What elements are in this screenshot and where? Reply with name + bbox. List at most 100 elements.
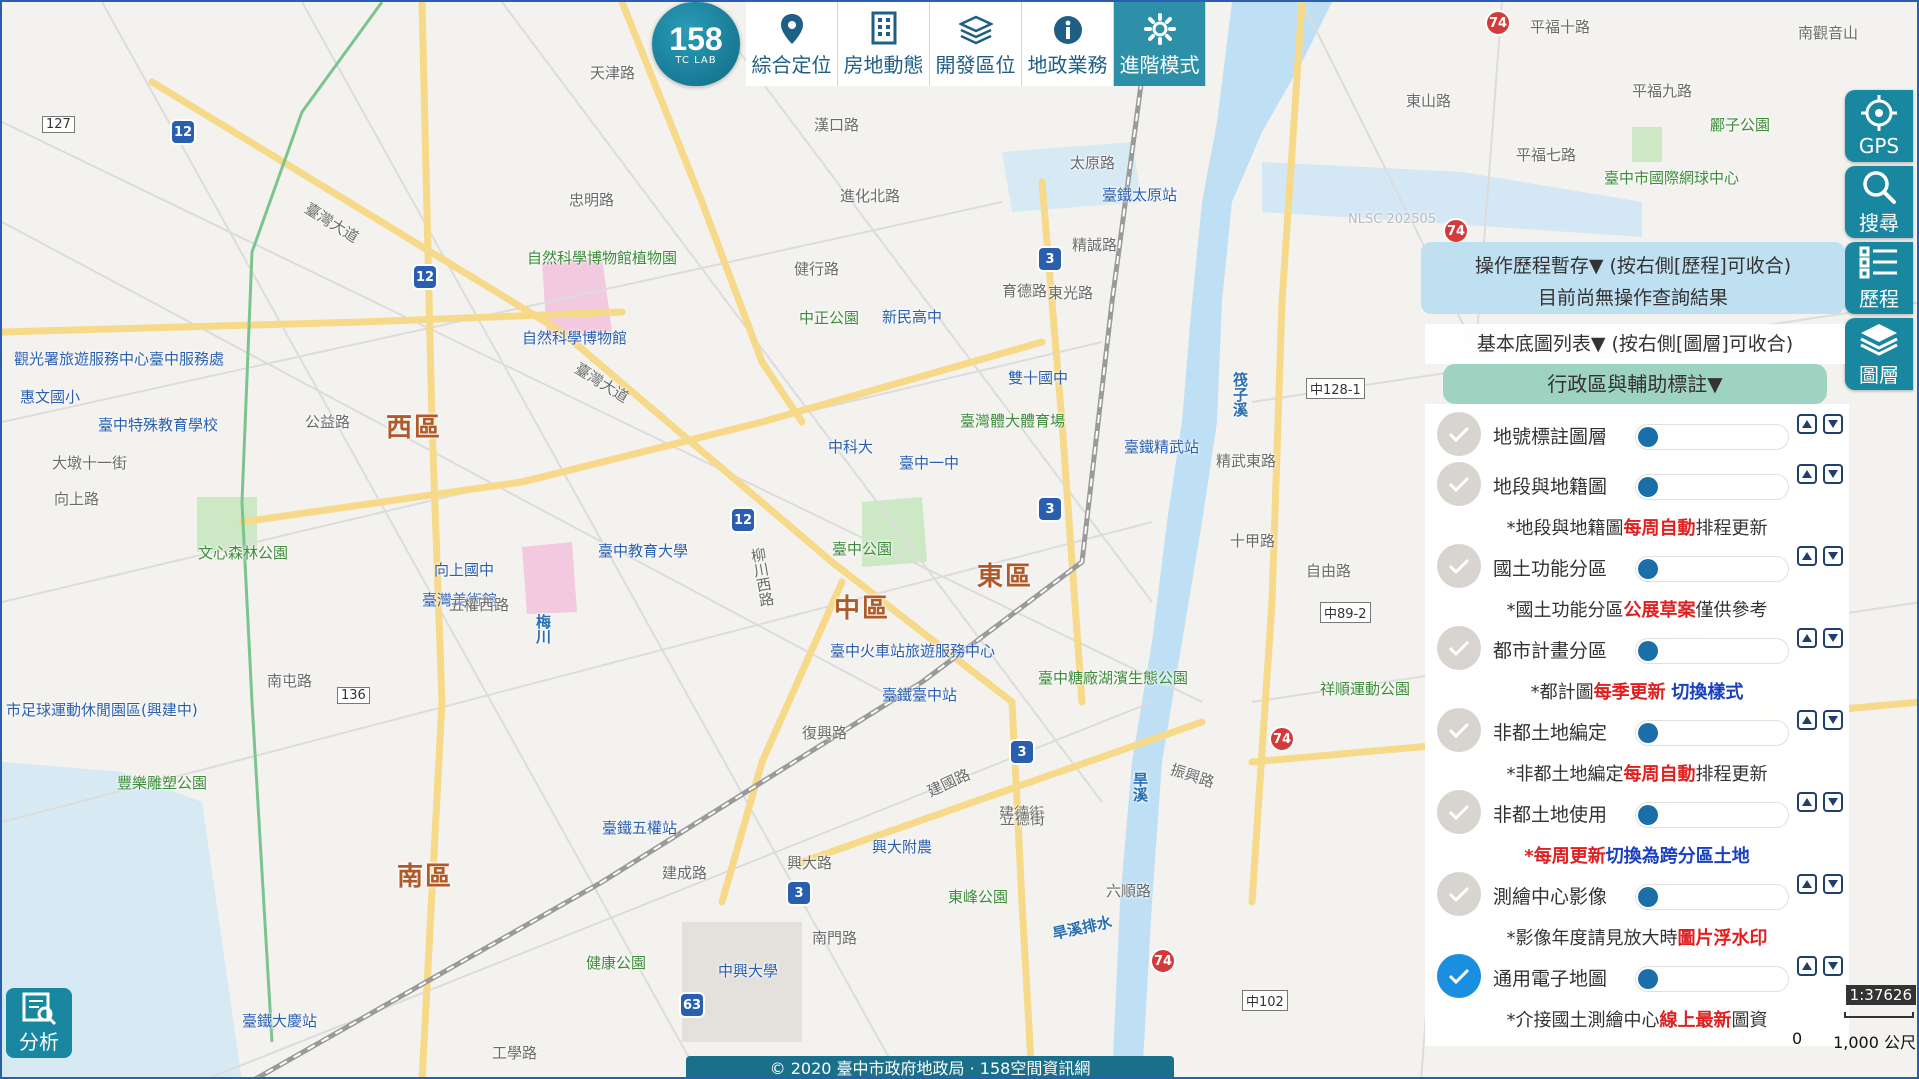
opacity-slider[interactable] [1635, 474, 1789, 500]
poi-stadium[interactable]: 臺灣體大體育場 [960, 410, 1065, 431]
poi-health-park[interactable]: 健康公園 [586, 952, 646, 973]
poi-station-tourist[interactable]: 臺中火車站旅遊服務中心 [830, 640, 995, 661]
label-meichuan: 梅川 [534, 614, 552, 644]
opacity-slider[interactable] [1635, 720, 1789, 746]
slider-knob[interactable] [1638, 723, 1658, 743]
poi-nanguanyin[interactable]: 南觀音山 [1798, 22, 1858, 43]
move-down-button[interactable] [1823, 546, 1843, 566]
label-tianjin: 天津路 [590, 64, 636, 82]
opacity-slider[interactable] [1635, 638, 1789, 664]
move-up-button[interactable] [1797, 464, 1817, 484]
move-down-button[interactable] [1823, 710, 1843, 730]
poi-museum[interactable]: 自然科學博物館 [522, 327, 627, 348]
move-down-button[interactable] [1823, 956, 1843, 976]
nav-advanced-button[interactable]: 進階模式 [1114, 2, 1206, 86]
poi-zhongzheng-park[interactable]: 中正公園 [799, 307, 859, 328]
layer-checkbox[interactable] [1437, 544, 1481, 588]
poi-lake-park[interactable]: 臺中糖廠湖濱生態公園 [1038, 667, 1188, 688]
slider-knob[interactable] [1638, 887, 1658, 907]
poi-shuangshi[interactable]: 雙十國中 [1008, 367, 1068, 388]
nav-locate-button[interactable]: 綜合定位 [746, 2, 838, 86]
station-daqing[interactable]: 臺鐵大慶站 [242, 1010, 317, 1031]
slider-knob[interactable] [1638, 427, 1658, 447]
move-down-button[interactable] [1823, 414, 1843, 434]
label-taiyuan: 太原路 [1070, 154, 1116, 172]
admin-toggle[interactable]: 行政區與輔助標註▼ [1443, 364, 1827, 404]
nav-realestate-label: 房地動態 [843, 53, 924, 77]
poi-football-park[interactable]: 市足球運動休閒園區(興建中) [6, 699, 198, 720]
layer-checkbox[interactable] [1437, 790, 1481, 834]
move-up-button[interactable] [1797, 792, 1817, 812]
poi-xiangshang[interactable]: 向上國中 [434, 559, 494, 580]
layer-checkbox[interactable] [1437, 708, 1481, 752]
layer-panel: 操作歷程暫存▼ (按右側[歷程]可收合) 目前尚無操作查詢結果 基本底圖列表▼ … [1417, 238, 1849, 1046]
slider-knob[interactable] [1638, 805, 1658, 825]
poi-museum-garden[interactable]: 自然科學博物館植物園 [527, 247, 677, 268]
poi-international-ball[interactable]: 臺中市國際網球中心 [1604, 167, 1739, 188]
poi-lizi-park[interactable]: 酈子公園 [1710, 114, 1770, 135]
layers-button[interactable]: 圖層 [1845, 318, 1913, 390]
top-nav: 158 TC LAB 綜合定位 房地動態 開發區位 地政業務 進階模式 [652, 2, 1206, 86]
nav-locate-label: 綜合定位 [751, 53, 832, 77]
gps-button[interactable]: GPS [1845, 90, 1913, 162]
basemap-title[interactable]: 基本底圖列表▼ (按右側[圖層]可收合) [1425, 324, 1845, 364]
layer-checkbox[interactable] [1437, 412, 1481, 456]
move-up-button[interactable] [1797, 710, 1817, 730]
poi-education-univ[interactable]: 臺中教育大學 [598, 540, 688, 561]
layer-checkbox[interactable] [1437, 954, 1481, 998]
layer-checkbox[interactable] [1437, 626, 1481, 670]
poi-huiwen[interactable]: 惠文國小 [20, 386, 80, 407]
slider-knob[interactable] [1638, 641, 1658, 661]
poi-special-school[interactable]: 臺中特殊教育學校 [98, 414, 218, 435]
move-up-button[interactable] [1797, 414, 1817, 434]
poi-taichung-park[interactable]: 臺中公園 [832, 538, 892, 559]
layer-checkbox[interactable] [1437, 872, 1481, 916]
poi-nchu[interactable]: 中興大學 [718, 960, 778, 981]
nav-development-button[interactable]: 開發區位 [930, 2, 1022, 86]
station-jingwu[interactable]: 臺鐵精武站 [1124, 436, 1199, 457]
poi-fengle-park[interactable]: 豐樂雕塑公園 [117, 772, 207, 793]
move-down-button[interactable] [1823, 792, 1843, 812]
move-up-button[interactable] [1797, 628, 1817, 648]
opacity-slider[interactable] [1635, 966, 1789, 992]
label-pingfu9: 平福九路 [1632, 82, 1693, 100]
history-button[interactable]: 歷程 [1845, 242, 1913, 314]
slider-knob[interactable] [1638, 969, 1658, 989]
move-down-button[interactable] [1823, 464, 1843, 484]
logo-158[interactable]: 158 TC LAB [652, 2, 740, 86]
station-wuquan[interactable]: 臺鐵五權站 [602, 817, 677, 838]
search-button[interactable]: 搜尋 [1845, 166, 1913, 238]
poi-taichung-first[interactable]: 臺中一中 [899, 452, 959, 473]
poi-xingda-hospital[interactable]: 興大附農 [872, 836, 932, 857]
road-shield-63: 63 [679, 992, 705, 1018]
poi-kechuang[interactable]: 中科大 [828, 436, 873, 457]
history-header[interactable]: 操作歷程暫存▼ (按右側[歷程]可收合) 目前尚無操作查詢結果 [1421, 242, 1845, 314]
move-up-button[interactable] [1797, 956, 1817, 976]
poi-dongfeng-park[interactable]: 東峰公園 [948, 886, 1008, 907]
district-label-south: 南區 [397, 862, 454, 892]
analyze-button[interactable]: 分析 [6, 988, 72, 1058]
opacity-slider[interactable] [1635, 802, 1789, 828]
station-taiyuan[interactable]: 臺鐵太原站 [1102, 184, 1177, 205]
nav-landadmin-button[interactable]: 地政業務 [1022, 2, 1114, 86]
poi-xinmin[interactable]: 新民高中 [882, 306, 942, 327]
label-pingfu7: 平福七路 [1516, 146, 1577, 164]
layer-checkbox[interactable] [1437, 462, 1481, 506]
opacity-slider[interactable] [1635, 424, 1789, 450]
poi-tourist-center[interactable]: 觀光署旅遊服務中心臺中服務處 [14, 348, 224, 369]
move-up-button[interactable] [1797, 874, 1817, 894]
move-down-button[interactable] [1823, 628, 1843, 648]
opacity-slider[interactable] [1635, 556, 1789, 582]
opacity-slider[interactable] [1635, 884, 1789, 910]
triangle-down-icon [1828, 880, 1838, 888]
nav-realestate-button[interactable]: 房地動態 [838, 2, 930, 86]
move-down-button[interactable] [1823, 874, 1843, 894]
poi-xiangshun-park[interactable]: 祥順運動公園 [1320, 678, 1410, 699]
station-taichung[interactable]: 臺鐵臺中站 [882, 684, 957, 705]
road-box-z102: 中102 [1242, 990, 1288, 1011]
move-up-button[interactable] [1797, 546, 1817, 566]
slider-knob[interactable] [1638, 477, 1658, 497]
check-icon [1448, 640, 1470, 657]
poi-wenxin-forest[interactable]: 文心森林公園 [198, 542, 288, 563]
slider-knob[interactable] [1638, 559, 1658, 579]
